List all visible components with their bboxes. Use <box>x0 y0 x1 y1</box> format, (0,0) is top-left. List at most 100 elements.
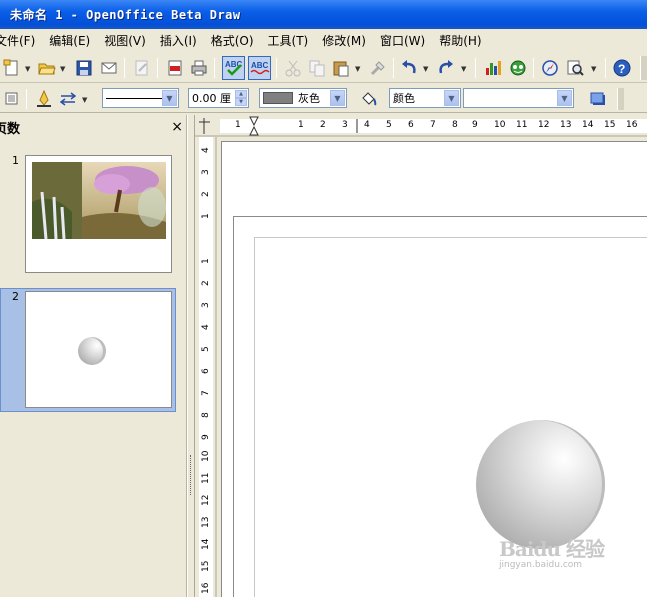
line-width-spinner[interactable]: ▲ ▼ <box>235 90 247 106</box>
sphere-shape <box>78 337 106 365</box>
ruler-tick-label: 8 <box>452 120 458 130</box>
drawing-canvas[interactable] <box>217 137 647 597</box>
menu-window[interactable]: 窗口(W) <box>373 32 432 49</box>
zoom-dropdown-icon[interactable]: ▼ <box>591 65 596 73</box>
arrow-style-icon[interactable] <box>58 89 78 109</box>
ruler-tick-label: 2 <box>201 191 211 197</box>
export-pdf-icon[interactable] <box>165 58 185 78</box>
line-style-preview <box>106 97 162 99</box>
ruler-tick-label: 6 <box>201 368 211 374</box>
navigator-icon[interactable] <box>540 58 560 78</box>
ruler-tick-label: 3 <box>201 169 211 175</box>
slide-thumbnail-1[interactable] <box>25 155 172 273</box>
slides-pane-header: 页数 × <box>0 115 187 139</box>
baidu-watermark: Baidu 经验 jingyan.baidu.com <box>499 533 619 583</box>
paint-bucket-icon[interactable] <box>358 89 378 109</box>
area-fill-combo[interactable]: ▼ <box>463 88 574 108</box>
save-icon[interactable] <box>74 58 94 78</box>
line-width-combo[interactable]: 0.00 厘 ▲ ▼ <box>188 88 249 108</box>
ruler-tick-label: 13 <box>560 120 572 130</box>
ruler-tick-label: 14 <box>201 538 211 550</box>
line-width-value[interactable]: 0.00 厘 <box>192 90 231 106</box>
menu-tools[interactable]: 工具(T) <box>261 32 316 49</box>
area-fill-dropdown-icon[interactable]: ▼ <box>557 90 572 106</box>
area-style-dropdown-icon[interactable]: ▼ <box>444 90 459 106</box>
pane-splitter[interactable] <box>187 115 195 597</box>
autospellcheck-icon[interactable]: ABC <box>248 56 271 80</box>
print-icon[interactable] <box>189 58 209 78</box>
ruler-tick-label: 12 <box>201 494 211 506</box>
paste-dropdown-icon[interactable]: ▼ <box>355 65 360 73</box>
standard-toolbar: ▼ ▼ ABC ABC ▼ ▼ ▼ ▼ ? <box>0 53 647 83</box>
line-style-combo[interactable]: ▼ <box>102 88 179 108</box>
slide-number: 2 <box>12 290 19 303</box>
ruler-tick-label: 9 <box>472 120 478 130</box>
spellcheck-icon[interactable]: ABC <box>222 56 245 80</box>
ruler-tick-label: 11 <box>201 472 211 484</box>
cut-icon[interactable] <box>283 58 303 78</box>
line-fill-toolbar: ▼ ▼ 0.00 厘 ▲ ▼ 灰色 ▼ 颜色 ▼ ▼ <box>0 85 647 113</box>
gallery-icon[interactable] <box>508 58 528 78</box>
sphere-object[interactable] <box>476 420 605 549</box>
undo-icon[interactable] <box>399 58 419 78</box>
new-dropdown-icon[interactable]: ▼ <box>25 65 30 73</box>
ruler-tick-label: 3 <box>201 302 211 308</box>
vertical-ruler[interactable]: 4 3 2 1 1 2 3 4 5 6 7 8 9 10 11 12 13 14 15 16 <box>195 137 217 597</box>
copy-icon[interactable] <box>307 58 327 78</box>
landscape-image-icon <box>32 162 166 239</box>
splitter-grip <box>190 455 192 495</box>
help-icon[interactable]: ? <box>612 58 632 78</box>
chart-icon[interactable] <box>483 58 503 78</box>
line-color-combo[interactable]: 灰色 ▼ <box>259 88 347 108</box>
line-color-dropdown-icon[interactable]: ▼ <box>330 90 345 106</box>
ruler-tick-label: 10 <box>494 120 506 130</box>
zoom-icon[interactable] <box>565 58 585 78</box>
paste-icon[interactable] <box>331 58 351 78</box>
ruler-tick-label: 5 <box>386 120 392 130</box>
ruler-tick-label: 1 <box>201 258 211 264</box>
ruler-tick-label: 15 <box>604 120 616 130</box>
shadow-icon[interactable] <box>588 89 608 109</box>
area-style-combo[interactable]: 颜色 ▼ <box>389 88 461 108</box>
ruler-tick-label: 1 <box>235 120 241 130</box>
line-style-dropdown-icon[interactable]: ▼ <box>162 90 177 106</box>
undo-dropdown-icon[interactable]: ▼ <box>423 65 428 73</box>
ruler-tick-label: 4 <box>364 120 370 130</box>
menu-help[interactable]: 帮助(H) <box>432 32 488 49</box>
ruler-tick-label: 7 <box>430 120 436 130</box>
edit-file-icon[interactable] <box>132 58 152 78</box>
new-document-icon[interactable] <box>2 58 22 78</box>
menu-modify[interactable]: 修改(M) <box>315 32 373 49</box>
open-dropdown-icon[interactable]: ▼ <box>60 65 65 73</box>
email-document-icon[interactable] <box>99 58 119 78</box>
close-icon[interactable]: × <box>171 119 183 135</box>
menu-view[interactable]: 视图(V) <box>97 32 153 49</box>
slides-pane-title: 页数 <box>0 121 21 137</box>
line-tool-icon[interactable] <box>34 89 54 109</box>
redo-icon[interactable] <box>436 58 456 78</box>
ruler-tick-label: 2 <box>201 280 211 286</box>
horizontal-ruler[interactable]: 1 1 2 3 4 5 6 7 8 9 10 11 12 13 14 15 16 <box>195 115 647 137</box>
area-icon[interactable] <box>2 89 22 109</box>
ruler-tick-label: 12 <box>538 120 550 130</box>
open-folder-icon[interactable] <box>37 58 57 78</box>
ruler-tick-label: 9 <box>201 434 211 440</box>
arrow-style-dropdown-icon[interactable]: ▼ <box>82 96 87 104</box>
ruler-tick-label: 7 <box>201 390 211 396</box>
ruler-tick-label: 2 <box>320 120 326 130</box>
ruler-tick-label: 4 <box>201 147 211 153</box>
slide-thumbnail-2[interactable] <box>25 291 172 408</box>
slides-pane: 页数 × 1 2 <box>0 115 187 597</box>
line-color-label: 灰色 <box>298 92 320 105</box>
redo-dropdown-icon[interactable]: ▼ <box>461 65 466 73</box>
toolbar2-overflow-handle[interactable] <box>617 88 624 110</box>
menu-insert[interactable]: 插入(I) <box>153 32 204 49</box>
menu-format[interactable]: 格式(O) <box>204 32 261 49</box>
ruler-tick-label: 11 <box>516 120 528 130</box>
ruler-tick-label: 16 <box>626 120 638 130</box>
menu-file[interactable]: 文件(F) <box>0 32 42 49</box>
menu-edit[interactable]: 编辑(E) <box>42 32 97 49</box>
clone-formatting-icon[interactable] <box>368 58 388 78</box>
ruler-tick-label: 16 <box>201 582 211 594</box>
toolbar-overflow-handle[interactable] <box>640 56 647 80</box>
